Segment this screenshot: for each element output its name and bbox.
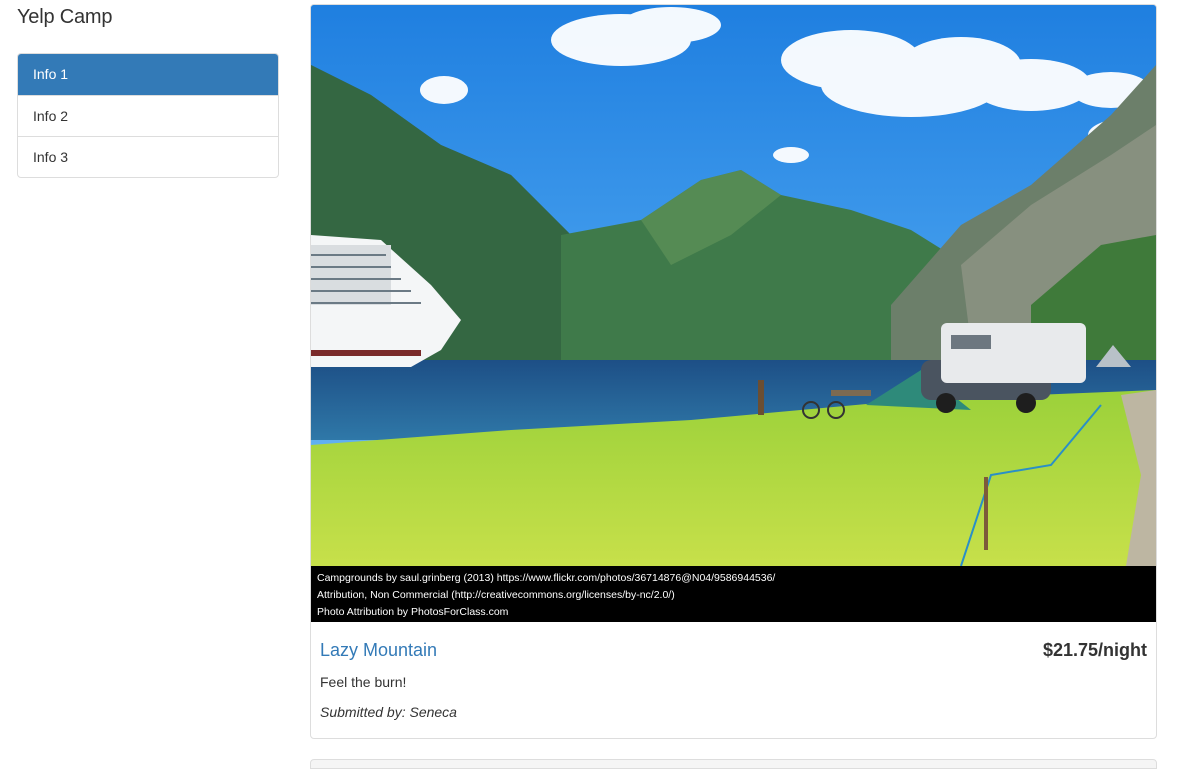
attribution-line-2: Attribution, Non Commercial (http://crea…	[317, 589, 675, 601]
next-card-edge	[310, 759, 1157, 769]
campground-photo-image	[311, 5, 1156, 566]
campground-name-link[interactable]: Lazy Mountain	[320, 640, 437, 661]
photo-attribution: Campgrounds by saul.grinberg (2013) http…	[311, 566, 1156, 622]
sidebar-item-info-3[interactable]: Info 3	[18, 136, 278, 177]
campground-card: Campgrounds by saul.grinberg (2013) http…	[310, 4, 1157, 739]
campground-photo	[311, 5, 1156, 622]
campground-description: Feel the burn!	[320, 674, 407, 690]
app-title[interactable]: Yelp Camp	[17, 6, 113, 29]
attribution-line-3: Photo Attribution by PhotosForClass.com	[317, 606, 509, 618]
sidebar-item-info-2[interactable]: Info 2	[18, 95, 278, 136]
campground-price: $21.75/night	[1042, 640, 1147, 660]
attribution-line-1: Campgrounds by saul.grinberg (2013) http…	[317, 572, 776, 584]
sidebar-list: Info 1 Info 2 Info 3	[17, 53, 279, 178]
sidebar-item-info-1[interactable]: Info 1	[18, 54, 278, 95]
campground-author: Submitted by: Seneca	[320, 704, 457, 720]
